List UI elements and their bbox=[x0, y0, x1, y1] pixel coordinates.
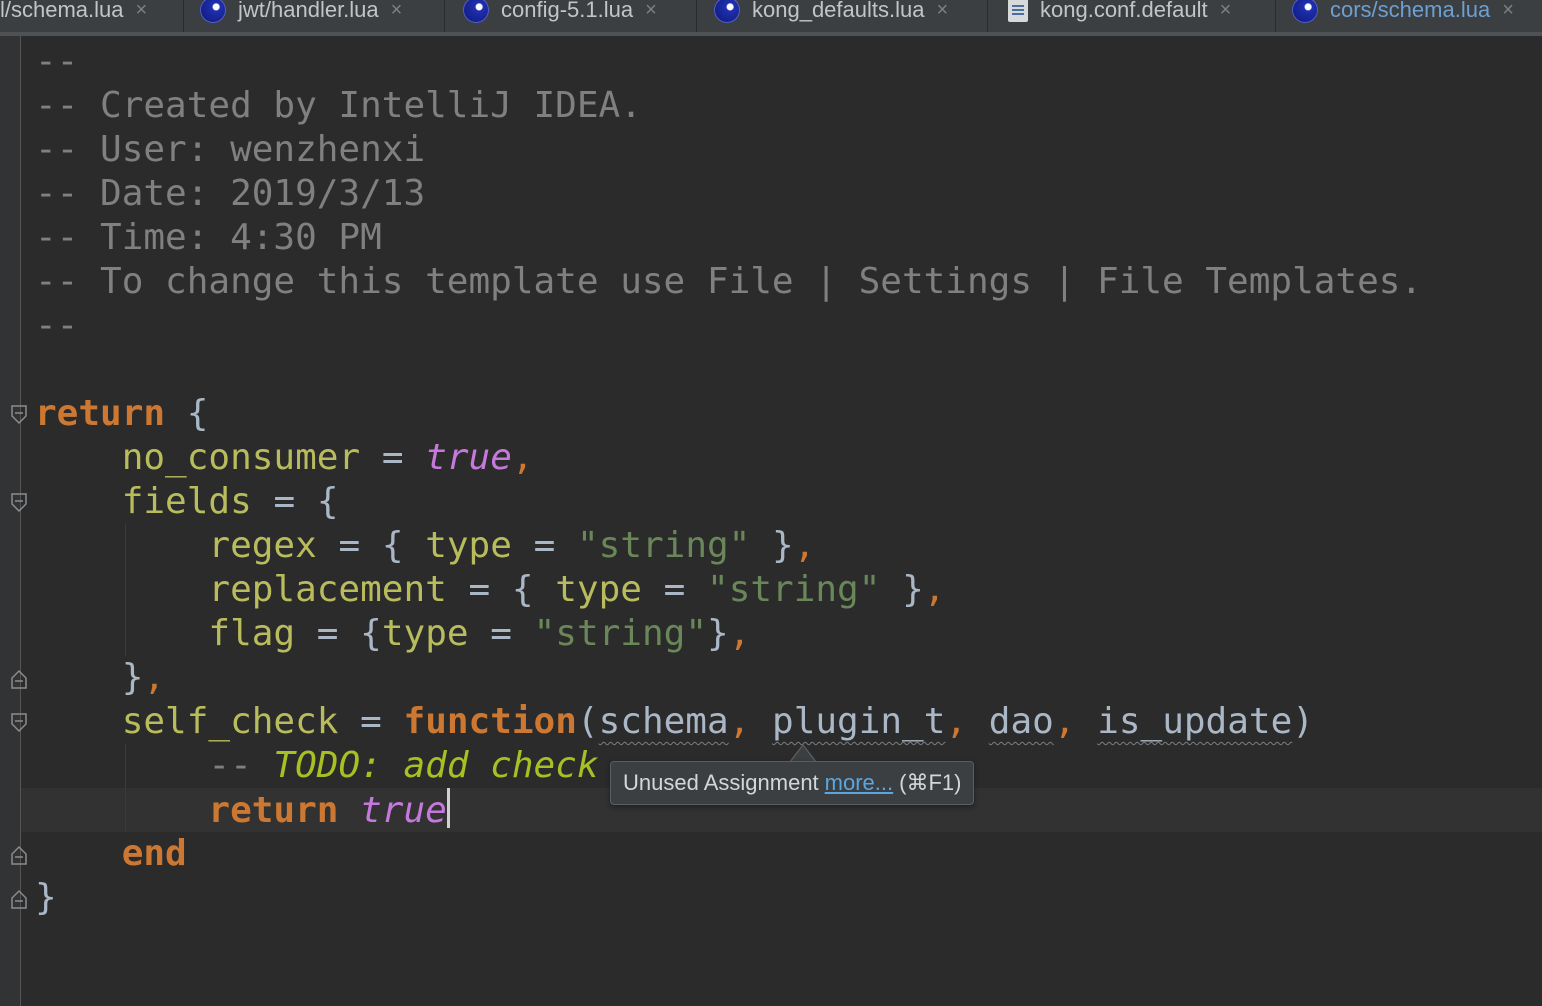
identifier: no_consumer bbox=[121, 437, 361, 478]
keyword: end bbox=[121, 833, 187, 874]
code-line-comment: -- bbox=[35, 41, 79, 82]
code-line: self_check = function(schema, plugin_t, … bbox=[121, 701, 1314, 742]
lua-file-icon bbox=[463, 0, 489, 23]
close-icon[interactable]: × bbox=[136, 0, 148, 22]
string-literal: "string" bbox=[576, 525, 751, 566]
identifier: flag bbox=[208, 613, 296, 654]
inspection-tooltip: Unused Assignment more... (⌘F1) bbox=[610, 761, 975, 805]
tab-config-lua[interactable]: config-5.1.lua × bbox=[445, 0, 697, 32]
fold-open-icon[interactable] bbox=[9, 712, 29, 734]
tab-label: kong.conf.default bbox=[1040, 0, 1208, 22]
tab-label: jwt/handler.lua bbox=[238, 0, 379, 22]
tooltip-more-link[interactable]: more... bbox=[825, 770, 893, 796]
lua-file-icon bbox=[1292, 0, 1318, 23]
tab-kong-defaults-lua[interactable]: kong_defaults.lua × bbox=[697, 0, 988, 32]
tab-label: l/schema.lua bbox=[0, 0, 124, 22]
code-editor[interactable]: -- -- Created by IntelliJ IDEA. -- User:… bbox=[0, 36, 1542, 1006]
fold-close-icon[interactable] bbox=[9, 668, 29, 690]
lua-file-icon bbox=[714, 0, 740, 23]
code-line-comment: -- bbox=[35, 305, 79, 346]
code-line: no_consumer = true, bbox=[121, 437, 534, 478]
code-line: replacement = { type = "string" }, bbox=[208, 569, 946, 610]
code-line: regex = { type = "string" }, bbox=[208, 525, 816, 566]
close-icon[interactable]: × bbox=[1220, 0, 1232, 22]
boolean-literal: true bbox=[360, 790, 447, 831]
tab-label: kong_defaults.lua bbox=[752, 0, 925, 22]
code-line: -- TODO: add check bbox=[35, 744, 599, 788]
close-icon[interactable]: × bbox=[391, 0, 403, 22]
unused-parameter: dao bbox=[988, 701, 1054, 742]
code-line: flag = {type = "string"}, bbox=[208, 613, 751, 654]
string-literal: "string" bbox=[533, 613, 707, 654]
identifier: replacement bbox=[208, 569, 447, 610]
identifier: regex bbox=[208, 525, 317, 566]
code-line-comment: -- Date: 2019/3/13 bbox=[35, 173, 426, 214]
code-line: } bbox=[35, 877, 57, 918]
tab-schema-lua[interactable]: l/schema.lua × bbox=[0, 0, 184, 32]
identifier: type bbox=[425, 525, 512, 566]
code-line-current: return true bbox=[35, 788, 450, 832]
code-line-comment: -- User: wenzhenxi bbox=[35, 129, 426, 170]
tab-cors-schema-lua[interactable]: cors/schema.lua × bbox=[1276, 0, 1542, 32]
code-line-comment: -- To change this template use File | Se… bbox=[35, 261, 1423, 302]
tooltip-arrow bbox=[789, 744, 817, 763]
identifier: type bbox=[555, 569, 642, 610]
keyword: return bbox=[35, 393, 166, 434]
keyword: return bbox=[208, 790, 339, 831]
editor-tab-bar: l/schema.lua × jwt/handler.lua × config-… bbox=[0, 0, 1542, 36]
string-literal: "string" bbox=[707, 569, 881, 610]
code-line: fields = { bbox=[121, 481, 339, 522]
comment-prefix: -- bbox=[208, 745, 274, 786]
identifier: self_check bbox=[121, 701, 339, 742]
unused-parameter: plugin_t bbox=[772, 701, 946, 742]
unused-parameter: schema bbox=[598, 701, 729, 742]
code-line: return { bbox=[35, 393, 209, 434]
lua-file-icon bbox=[200, 0, 226, 23]
code-line-comment: -- Time: 4:30 PM bbox=[35, 217, 382, 258]
keyword: function bbox=[403, 701, 577, 742]
code-line: end bbox=[35, 832, 187, 876]
tab-label: config-5.1.lua bbox=[501, 0, 634, 22]
text-file-icon bbox=[1008, 0, 1028, 22]
code-line: }, bbox=[121, 657, 166, 698]
identifier: fields bbox=[121, 481, 252, 522]
code-line-comment: -- Created by IntelliJ IDEA. bbox=[35, 85, 642, 126]
fold-close-icon[interactable] bbox=[9, 888, 29, 910]
boolean-literal: true bbox=[425, 437, 512, 478]
close-icon[interactable]: × bbox=[1502, 0, 1514, 22]
close-icon[interactable]: × bbox=[936, 0, 948, 22]
fold-open-icon[interactable] bbox=[9, 492, 29, 514]
tab-jwt-handler-lua[interactable]: jwt/handler.lua × bbox=[184, 0, 445, 32]
identifier: type bbox=[381, 613, 469, 654]
fold-open-icon[interactable] bbox=[9, 404, 29, 426]
todo-comment: TODO: add check bbox=[273, 745, 599, 786]
close-icon[interactable]: × bbox=[645, 0, 657, 22]
unused-parameter: is_update bbox=[1097, 701, 1293, 742]
fold-close-icon[interactable] bbox=[9, 844, 29, 866]
tab-kong-conf-default[interactable]: kong.conf.default × bbox=[988, 0, 1276, 32]
tab-label: cors/schema.lua bbox=[1330, 0, 1491, 22]
text-caret bbox=[446, 788, 450, 828]
tooltip-text: Unused Assignment bbox=[623, 770, 819, 795]
tooltip-shortcut: (⌘F1) bbox=[899, 770, 962, 795]
